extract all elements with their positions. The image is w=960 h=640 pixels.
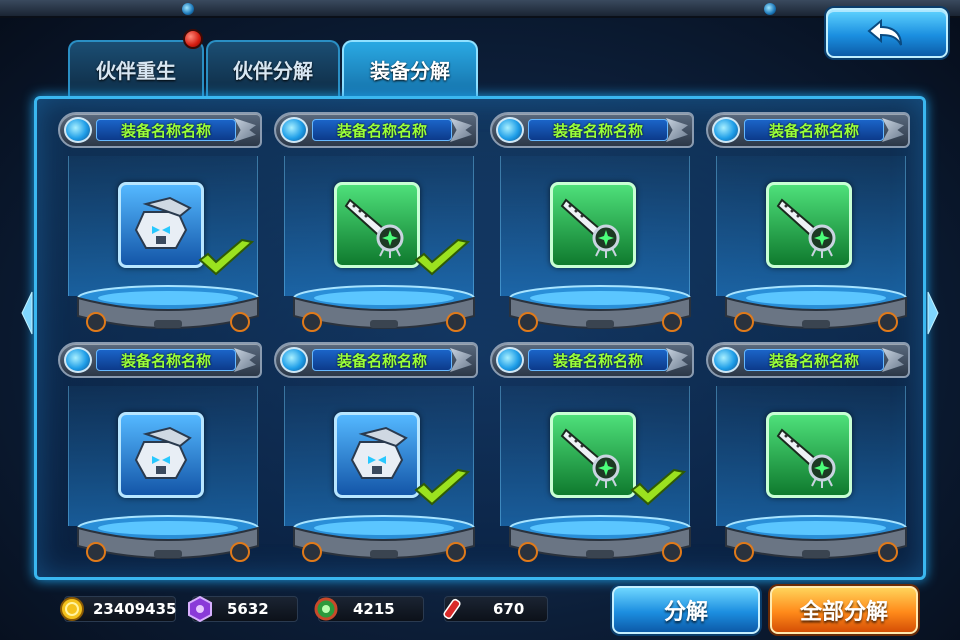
plaque-claw-icon: [666, 348, 688, 372]
pedestal-icon: [290, 514, 478, 566]
green-blade-weapon-icon[interactable]: [550, 182, 636, 268]
green-blade-weapon-icon[interactable]: [766, 182, 852, 268]
plaque-orb-icon: [712, 117, 740, 143]
green-blade-weapon-icon[interactable]: [334, 182, 420, 268]
prev-page-arrow-icon[interactable]: [20, 290, 34, 336]
pedestal-icon: [290, 284, 478, 336]
plaque-orb-icon: [280, 117, 308, 143]
pedestal-icon: [74, 514, 262, 566]
robot-head-icon[interactable]: [118, 182, 204, 268]
slot-name-plaque: 装备名称名称: [274, 342, 478, 378]
plaque-orb-icon: [64, 347, 92, 373]
plaque-orb-icon: [712, 347, 740, 373]
plaque-claw-icon: [234, 348, 256, 372]
purple-crystal-icon: [187, 596, 213, 622]
decompose-all-button[interactable]: 全部分解: [770, 586, 918, 634]
selected-check-icon: [412, 468, 472, 510]
plaque-claw-icon: [450, 348, 472, 372]
notification-dot-icon: [183, 29, 203, 49]
equipment-slot[interactable]: 装备名称名称: [488, 112, 702, 342]
slot-name-plaque: 装备名称名称: [58, 112, 262, 148]
item-name: 装备名称名称: [96, 349, 236, 371]
slot-name-plaque: 装备名称名称: [490, 342, 694, 378]
decompose-all-label: 全部分解: [799, 600, 888, 625]
crystal-counter: 5632: [188, 596, 298, 622]
vial-counter: 670: [443, 596, 548, 622]
crystal-value: 5632: [227, 600, 269, 618]
plaque-claw-icon: [666, 118, 688, 142]
orb-counter: 4215: [314, 596, 424, 622]
item-name: 装备名称名称: [528, 119, 668, 141]
green-blade-weapon-icon[interactable]: [766, 412, 852, 498]
item-name: 装备名称名称: [744, 349, 884, 371]
pedestal-icon: [722, 514, 910, 566]
pedestal-icon: [506, 514, 694, 566]
equipment-slot[interactable]: 装备名称名称: [272, 342, 486, 572]
tab-label: 装备分解: [370, 58, 450, 83]
plaque-claw-icon: [234, 118, 256, 142]
selected-check-icon: [412, 238, 472, 280]
green-blade-weapon-icon[interactable]: [550, 412, 636, 498]
slot-name-plaque: 装备名称名称: [58, 342, 262, 378]
slot-name-plaque: 装备名称名称: [490, 112, 694, 148]
tab-equipment-decompose[interactable]: 装备分解: [342, 40, 478, 96]
pedestal-icon: [722, 284, 910, 336]
plaque-orb-icon: [496, 117, 524, 143]
plaque-orb-icon: [496, 347, 524, 373]
item-name: 装备名称名称: [528, 349, 668, 371]
equipment-slot[interactable]: 装备名称名称: [704, 342, 918, 572]
equipment-slot[interactable]: 装备名称名称: [488, 342, 702, 572]
plaque-orb-icon: [64, 117, 92, 143]
decompose-label: 分解: [663, 600, 708, 625]
equipment-slot[interactable]: 装备名称名称: [56, 342, 270, 572]
selected-check-icon: [628, 468, 688, 510]
equipment-slot[interactable]: 装备名称名称: [704, 112, 918, 342]
plaque-claw-icon: [450, 118, 472, 142]
item-name: 装备名称名称: [312, 119, 452, 141]
equipment-slot[interactable]: 装备名称名称: [56, 112, 270, 342]
next-page-arrow-icon[interactable]: [926, 290, 940, 336]
plaque-claw-icon: [882, 348, 904, 372]
equipment-slot[interactable]: 装备名称名称: [272, 112, 486, 342]
plaque-claw-icon: [882, 118, 904, 142]
decompose-button[interactable]: 分解: [612, 586, 760, 634]
red-vial-icon: [439, 596, 465, 622]
tab-label: 伙伴重生: [96, 58, 176, 83]
selected-check-icon: [196, 238, 256, 280]
plaque-orb-icon: [280, 347, 308, 373]
tab-partner-rebirth[interactable]: 伙伴重生: [68, 40, 204, 96]
gold-counter: 23409435: [60, 596, 177, 622]
robot-head-icon[interactable]: [334, 412, 420, 498]
pedestal-icon: [74, 284, 262, 336]
slot-name-plaque: 装备名称名称: [706, 342, 910, 378]
slot-name-plaque: 装备名称名称: [274, 112, 478, 148]
gold-value: 23409435: [93, 600, 177, 618]
pedestal-icon: [506, 284, 694, 336]
slot-name-plaque: 装备名称名称: [706, 112, 910, 148]
tab-label: 伙伴分解: [233, 58, 313, 83]
top-frame-bar: [0, 0, 960, 18]
item-name: 装备名称名称: [312, 349, 452, 371]
return-arrow-icon: [867, 18, 902, 46]
robot-head-icon[interactable]: [118, 412, 204, 498]
gold-coin-icon: [59, 596, 85, 622]
frame-gem-icon: [764, 3, 776, 15]
green-orb-icon: [313, 596, 339, 622]
orb-value: 4215: [353, 600, 395, 618]
vial-value: 670: [493, 600, 525, 618]
tab-partner-decompose[interactable]: 伙伴分解: [206, 40, 340, 96]
back-button[interactable]: [826, 8, 948, 58]
frame-gem-icon: [182, 3, 194, 15]
item-name: 装备名称名称: [744, 119, 884, 141]
item-name: 装备名称名称: [96, 119, 236, 141]
